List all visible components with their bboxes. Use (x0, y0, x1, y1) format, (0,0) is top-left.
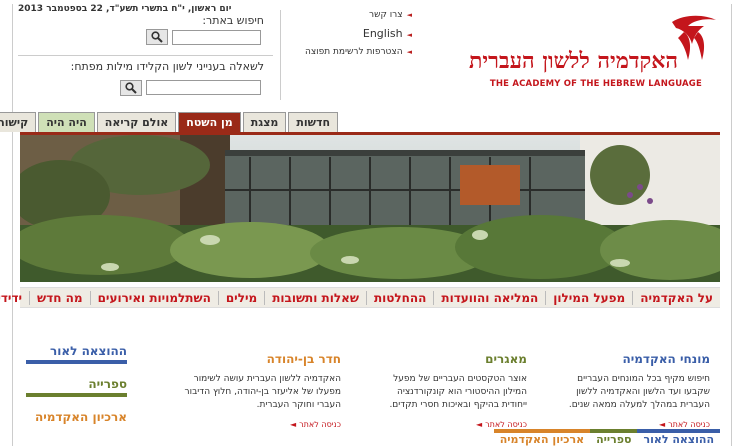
column-title: מאגרים (485, 352, 527, 366)
arrow-left-icon: ◄ (406, 11, 412, 19)
arrow-left-icon: ◄ (406, 31, 412, 39)
side-bar (26, 360, 127, 364)
column-terms: מונחי האקדמיה חיפוש מקיף בכל המונחים העב… (560, 352, 710, 429)
bottom-tabs: ההוצאה לאור ספרייה ארכיון האקדמיה (430, 429, 720, 446)
page: יום ראשון, י"ח בתשרי תשע"ד, 22 בספטמבר 2… (0, 0, 740, 446)
contact-link[interactable]: ◄צרו קשר (292, 10, 412, 20)
tab-links[interactable]: קישורים (0, 112, 37, 132)
enter-site-label: כניסה לאתר (668, 420, 710, 429)
english-link[interactable]: ◄English (292, 27, 412, 40)
mailing-list-link-label: הצטרפות לרשימת תפוצה (304, 47, 403, 57)
keyword-search-button[interactable] (120, 80, 142, 96)
logo-title-hebrew: האקדמיה ללשון העברית (468, 48, 678, 74)
divider (280, 10, 281, 100)
nav-item-whats-new[interactable]: מה חדש (29, 290, 90, 305)
keyword-search-input[interactable] (146, 80, 261, 95)
nav-item-friends[interactable]: ידידים (0, 291, 29, 305)
bottom-tab-archive[interactable]: ארכיון האקדמיה (493, 429, 591, 446)
mailing-list-link[interactable]: ◄הצטרפות לרשימת תפוצה (292, 47, 412, 57)
contact-link-label: צרו קשר (369, 10, 403, 20)
tab-reading-hall[interactable]: אולם קריאה (96, 112, 177, 132)
top-links: ◄צרו קשר ◄English ◄הצטרפות לרשימת תפוצה (292, 10, 412, 64)
nav-item-about[interactable]: על האקדמיה (632, 290, 720, 305)
question-label: לשאלה בענייני לשון הקלידו מילות מפתח: (70, 60, 264, 73)
arrow-left-icon: ◄ (289, 420, 297, 429)
column-text: האקדמיה ללשון העברית עושה לשימור מפעלו ש… (184, 374, 341, 410)
column-ben-yehuda: חדר בן-יהודה האקדמיה ללשון העברית עושה ל… (176, 352, 341, 429)
nav-item-qa[interactable]: שאלות ותשובות (264, 290, 366, 305)
hero-garden-photo (20, 135, 720, 282)
arrow-left-icon: ◄ (406, 48, 412, 56)
enter-site-label: כניסה לאתר (299, 420, 341, 429)
side-title: ארכיון האקדמיה (34, 410, 127, 424)
column-title: חדר בן-יהודה (266, 352, 341, 366)
nav-item-words[interactable]: מילים (217, 290, 264, 305)
side-title: ההוצאה לאור (50, 344, 127, 358)
tab-presentation[interactable]: מצגת (242, 112, 287, 132)
nav-item-events[interactable]: השתלמויות ואירועים (89, 290, 218, 305)
nav-item-decisions[interactable]: ההחלטות (365, 290, 433, 305)
top-tabs: חדשות מצגת מן השטח אולם קריאה היה היה קי… (0, 112, 338, 134)
side-title: ספרייה (88, 377, 127, 391)
side-library[interactable]: ספרייה (26, 377, 127, 397)
enter-site-link[interactable]: כניסה לאתר◄ (560, 420, 710, 429)
enter-site-label: כניסה לאתר (485, 420, 527, 429)
bottom-tab-publishing[interactable]: ההוצאה לאור (637, 429, 720, 446)
nav-item-plenum[interactable]: המליאה והוועדות (433, 290, 545, 305)
search-button[interactable] (146, 29, 168, 45)
side-bar (26, 393, 127, 397)
tab-from-the-field[interactable]: מן השטח (178, 112, 241, 132)
enter-site-link[interactable]: כניסה לאתר◄ (176, 420, 341, 429)
search-icon (151, 31, 163, 43)
search-label: חיפוש באתר: (202, 14, 264, 27)
enter-site-link[interactable]: כניסה לאתר◄ (372, 420, 527, 429)
logo-title-english: THE ACADEMY OF THE HEBREW LANGUAGE (489, 79, 702, 89)
main-nav: על האקדמיה מפעל המילון המליאה והוועדות ה… (0, 287, 720, 308)
column-title: מונחי האקדמיה (622, 352, 710, 366)
site-search-input[interactable] (172, 30, 261, 45)
column-databases: מאגרים אוצר הטקסטים העבריים של מפעל המיל… (372, 352, 527, 429)
side-publishing[interactable]: ההוצאה לאור (26, 344, 127, 364)
english-link-label: English (362, 27, 403, 40)
nav-item-dictionary[interactable]: מפעל המילון (545, 290, 632, 305)
arrow-left-icon: ◄ (658, 420, 666, 429)
arrow-left-icon: ◄ (475, 420, 483, 429)
bottom-tab-library[interactable]: ספרייה (590, 429, 638, 446)
tab-news[interactable]: חדשות (288, 112, 338, 132)
column-text: חיפוש מקיף בכל המונחים העבריים שקבעו ועד… (568, 374, 710, 410)
side-archive[interactable]: ארכיון האקדמיה (26, 410, 127, 424)
column-text: אוצר הטקסטים העבריים של מפעל המילון ההיס… (389, 374, 527, 410)
date-text: יום ראשון, י"ח בתשרי תשע"ד, 22 בספטמבר 2… (18, 4, 232, 14)
divider (18, 55, 273, 56)
tab-once-upon[interactable]: היה היה (38, 112, 95, 132)
search-icon (125, 82, 137, 94)
